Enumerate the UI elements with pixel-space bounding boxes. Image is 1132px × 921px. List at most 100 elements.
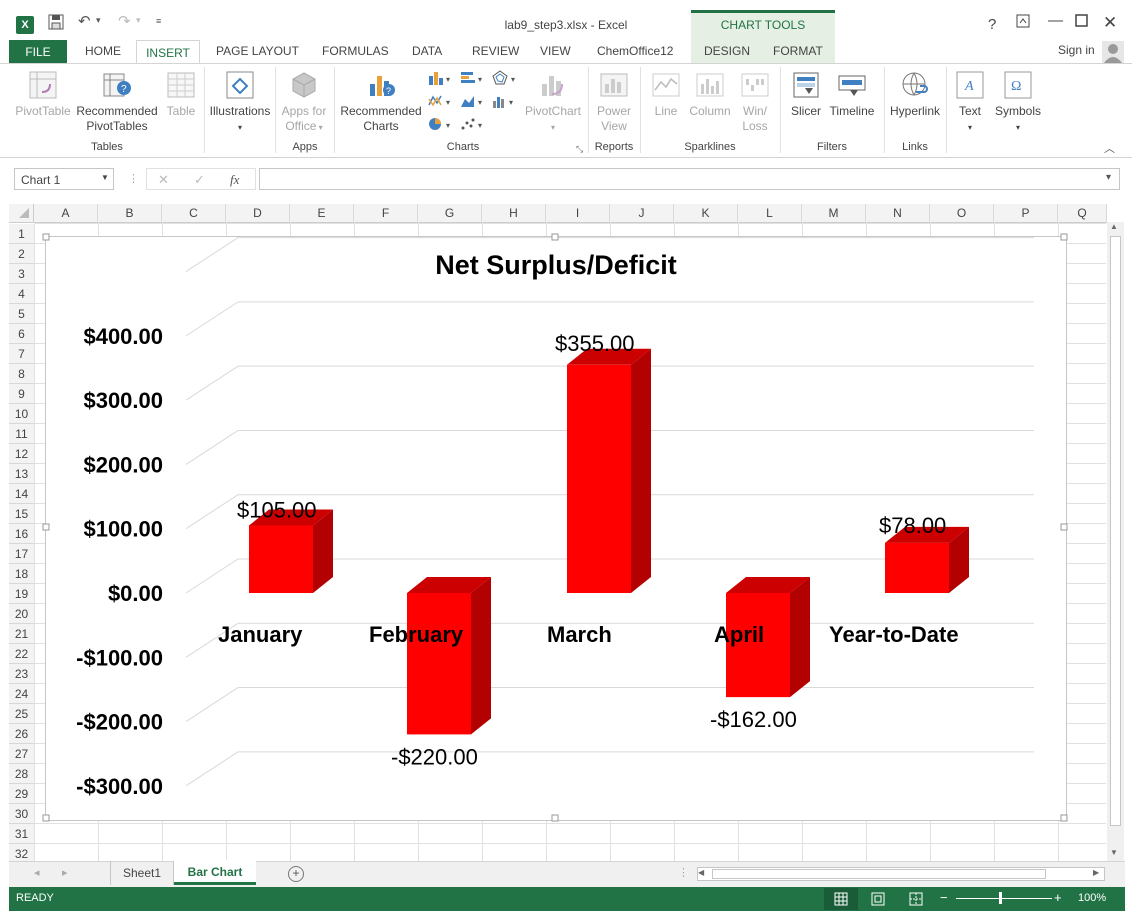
tab-chemoffice[interactable]: ChemOffice12 (597, 44, 673, 58)
page-layout-view-button[interactable] (866, 888, 890, 913)
tab-format[interactable]: FORMAT (773, 44, 823, 58)
table-button[interactable]: Table (162, 70, 200, 119)
hyperlink-button[interactable]: Hyperlink (886, 70, 944, 119)
row-header-14[interactable]: 14 (9, 484, 34, 504)
row-header-30[interactable]: 30 (9, 804, 34, 824)
tab-view[interactable]: VIEW (540, 44, 571, 58)
radar-chart-icon[interactable]: ▾ (492, 70, 520, 89)
column-header-c[interactable]: C (162, 204, 226, 222)
pivottable-button[interactable]: PivotTable (12, 70, 74, 119)
zoom-level[interactable]: 100% (1078, 892, 1106, 904)
bar-side-april[interactable] (790, 577, 810, 698)
row-header-15[interactable]: 15 (9, 504, 34, 524)
row-header-4[interactable]: 4 (9, 284, 34, 304)
apps-for-office-button[interactable]: Apps for Office ▾ (278, 70, 330, 135)
row-header-7[interactable]: 7 (9, 344, 34, 364)
bar-february[interactable] (407, 593, 471, 735)
tab-review[interactable]: REVIEW (472, 44, 519, 58)
formula-input[interactable] (259, 168, 1120, 190)
scroll-up-icon[interactable]: ▲ (1110, 222, 1118, 231)
collapse-ribbon-icon[interactable]: ︿ (1104, 140, 1115, 156)
normal-view-button[interactable] (824, 888, 858, 910)
row-header-17[interactable]: 17 (9, 544, 34, 564)
slicer-button[interactable]: Slicer (786, 70, 826, 119)
resize-handle[interactable] (42, 814, 50, 822)
stock-chart-icon[interactable]: ▾ (492, 93, 520, 112)
row-header-12[interactable]: 12 (9, 444, 34, 464)
row-header-20[interactable]: 20 (9, 604, 34, 624)
sign-in-link[interactable]: Sign in (1058, 43, 1095, 57)
column-header-q[interactable]: Q (1058, 204, 1107, 222)
avatar[interactable] (1102, 41, 1124, 63)
scroll-down-icon[interactable]: ▼ (1110, 848, 1118, 857)
cancel-icon[interactable]: ✕ (158, 172, 169, 188)
power-view-button[interactable]: Power View (592, 70, 636, 134)
name-box[interactable]: Chart 1 ▼ (14, 168, 114, 190)
sheet-tab-bar-chart[interactable]: Bar Chart (174, 860, 256, 885)
column-header-l[interactable]: L (738, 204, 802, 222)
bar-march[interactable] (567, 364, 631, 593)
column-header-g[interactable]: G (418, 204, 482, 222)
vertical-scroll-thumb[interactable] (1110, 236, 1121, 826)
row-header-5[interactable]: 5 (9, 304, 34, 324)
bar-side-february[interactable] (471, 577, 491, 735)
enter-icon[interactable]: ✓ (194, 172, 205, 188)
scroll-right-icon[interactable]: ▶ (1093, 868, 1099, 877)
row-header-21[interactable]: 21 (9, 624, 34, 644)
row-header-6[interactable]: 6 (9, 324, 34, 344)
zoom-slider-thumb[interactable] (999, 892, 1002, 904)
name-box-dropdown-icon[interactable]: ▼ (101, 173, 109, 182)
expand-formula-icon[interactable]: ▾ (1106, 172, 1111, 183)
sparkline-winloss-button[interactable]: Win/ Loss (736, 70, 774, 134)
tab-page-layout[interactable]: PAGE LAYOUT (216, 44, 299, 58)
row-header-31[interactable]: 31 (9, 824, 34, 844)
row-header-22[interactable]: 22 (9, 644, 34, 664)
hscroll-grip-icon[interactable]: ⋮ (678, 866, 689, 879)
row-header-24[interactable]: 24 (9, 684, 34, 704)
help-button[interactable]: ? (988, 16, 996, 33)
ribbon-display-icon[interactable] (1016, 14, 1030, 32)
row-header-3[interactable]: 3 (9, 264, 34, 284)
scroll-left-icon[interactable]: ◀ (698, 868, 704, 877)
zoom-in-button[interactable]: + (1054, 890, 1062, 905)
tab-formulas[interactable]: FORMULAS (322, 44, 389, 58)
row-header-2[interactable]: 2 (9, 244, 34, 264)
sparkline-line-button[interactable]: Line (645, 70, 687, 119)
resize-handle[interactable] (1060, 523, 1068, 531)
resize-handle[interactable] (551, 233, 559, 241)
bar-chart-icon[interactable]: ▾ (460, 70, 488, 89)
row-header-11[interactable]: 11 (9, 424, 34, 444)
column-header-m[interactable]: M (802, 204, 866, 222)
sheet-next-icon[interactable]: ▸ (62, 866, 68, 879)
row-header-16[interactable]: 16 (9, 524, 34, 544)
symbols-button[interactable]: Ω Symbols ▾ (992, 70, 1044, 135)
area-chart-icon[interactable]: ▾ (460, 93, 488, 112)
column-header-o[interactable]: O (930, 204, 994, 222)
resize-handle[interactable] (42, 523, 50, 531)
formula-bar-grip-icon[interactable]: ⋮ (128, 172, 139, 185)
row-header-9[interactable]: 9 (9, 384, 34, 404)
row-header-8[interactable]: 8 (9, 364, 34, 384)
column-header-a[interactable]: A (34, 204, 98, 222)
pie-chart-icon[interactable]: ▾ (428, 116, 456, 135)
row-header-18[interactable]: 18 (9, 564, 34, 584)
resize-handle[interactable] (42, 233, 50, 241)
resize-handle[interactable] (551, 814, 559, 822)
row-header-29[interactable]: 29 (9, 784, 34, 804)
row-header-13[interactable]: 13 (9, 464, 34, 484)
row-header-23[interactable]: 23 (9, 664, 34, 684)
row-header-19[interactable]: 19 (9, 584, 34, 604)
minimize-icon[interactable]: — (1048, 12, 1063, 29)
bar-january[interactable] (249, 525, 313, 593)
row-header-26[interactable]: 26 (9, 724, 34, 744)
column-header-b[interactable]: B (98, 204, 162, 222)
bar-side-march[interactable] (631, 348, 651, 593)
timeline-button[interactable]: Timeline (826, 70, 878, 119)
column-header-e[interactable]: E (290, 204, 354, 222)
maximize-icon[interactable] (1075, 14, 1088, 31)
close-icon[interactable]: ✕ (1103, 13, 1117, 33)
column-header-i[interactable]: I (546, 204, 610, 222)
select-all-corner[interactable] (9, 204, 34, 222)
column-header-f[interactable]: F (354, 204, 418, 222)
row-header-1[interactable]: 1 (9, 224, 34, 244)
